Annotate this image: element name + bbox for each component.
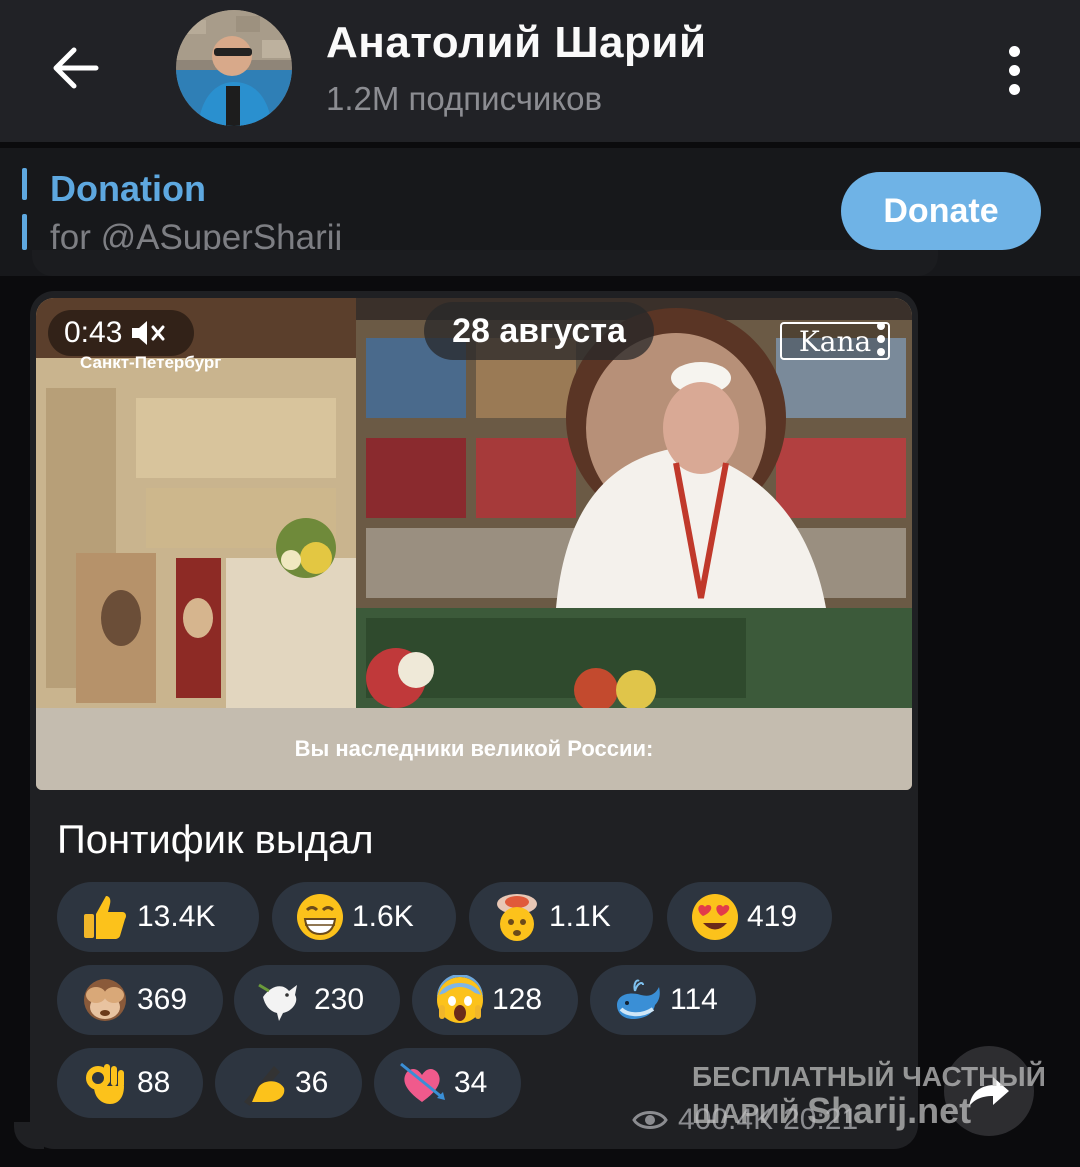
heart-eyes-icon bbox=[689, 891, 741, 943]
previous-message-edge bbox=[32, 250, 938, 276]
reaction-thumbs-up[interactable]: 13.4K bbox=[57, 882, 259, 952]
reaction-exploding-head[interactable]: 1.1K bbox=[469, 882, 653, 952]
reaction-count: 369 bbox=[137, 983, 188, 1016]
channel-title[interactable]: Анатолий Шарий bbox=[326, 18, 707, 68]
reaction-count: 1.6K bbox=[352, 900, 414, 933]
video-subtitle: Вы наследники великой России: bbox=[294, 736, 654, 761]
reaction-writing-hand[interactable]: 36 bbox=[215, 1048, 362, 1118]
reaction-heart-arrow[interactable]: 34 bbox=[374, 1048, 521, 1118]
reaction-count: 114 bbox=[670, 983, 718, 1016]
bubble-tail bbox=[14, 1122, 44, 1149]
exploding-head-icon bbox=[491, 891, 543, 943]
video-menu-button[interactable] bbox=[874, 322, 888, 368]
screaming-face-icon bbox=[434, 974, 486, 1026]
writing-hand-icon bbox=[237, 1057, 289, 1109]
reaction-dove[interactable]: 230 bbox=[234, 965, 400, 1035]
back-arrow-icon bbox=[53, 47, 99, 89]
reaction-count: 34 bbox=[454, 1066, 488, 1099]
watermark-site: Sharij.net bbox=[807, 1090, 972, 1131]
video-duration: 0:43 bbox=[64, 316, 123, 349]
watermark-line2: ШАРИЙ bbox=[692, 1098, 800, 1129]
watermark-line1: БЕСПЛАТНЫЙ ЧАСТНЫЙ bbox=[692, 1061, 1046, 1092]
subscriber-count: 1.2M подписчиков bbox=[326, 80, 603, 117]
reaction-ok-hand[interactable]: 88 bbox=[57, 1048, 203, 1118]
reaction-count: 230 bbox=[314, 983, 365, 1016]
more-vertical-icon bbox=[1008, 45, 1020, 57]
thumbs-up-icon bbox=[79, 891, 131, 943]
reaction-whale[interactable]: 114 bbox=[590, 965, 756, 1035]
reaction-screaming[interactable]: 128 bbox=[412, 965, 578, 1035]
back-button[interactable] bbox=[46, 40, 104, 96]
reaction-see-no-evil[interactable]: 369 bbox=[57, 965, 223, 1035]
message-text: Понтифик выдал bbox=[57, 818, 374, 862]
eye-icon bbox=[632, 1111, 668, 1129]
heart-with-arrow-icon bbox=[396, 1057, 448, 1109]
see-no-evil-monkey-icon bbox=[79, 974, 131, 1026]
video-duration-badge[interactable]: 0:43 bbox=[48, 310, 194, 356]
pinned-indicator-2 bbox=[22, 214, 27, 250]
ok-hand-icon bbox=[79, 1057, 131, 1109]
channel-avatar[interactable] bbox=[176, 10, 292, 126]
top-bar: Анатолий Шарий 1.2M подписчиков bbox=[0, 0, 1080, 142]
watermark: БЕСПЛАТНЫЙ ЧАСТНЫЙ ШАРИЙ Sharij.net bbox=[692, 1060, 1046, 1131]
dove-icon bbox=[256, 974, 308, 1026]
reaction-count: 1.1K bbox=[549, 900, 611, 933]
mute-icon bbox=[132, 321, 165, 345]
reaction-count: 36 bbox=[295, 1066, 329, 1099]
date-badge: 28 августа bbox=[424, 302, 654, 360]
video-city-caption: Санкт-Петербург bbox=[80, 353, 222, 372]
pinned-indicator bbox=[22, 168, 27, 200]
reaction-grin[interactable]: 1.6K bbox=[272, 882, 456, 952]
whale-icon bbox=[612, 974, 664, 1026]
reaction-count: 13.4K bbox=[137, 900, 216, 933]
pinned-title: Donation bbox=[50, 168, 206, 209]
grin-icon bbox=[294, 891, 346, 943]
reaction-count: 128 bbox=[492, 983, 543, 1016]
more-vertical-icon bbox=[877, 322, 885, 330]
reaction-heart-eyes[interactable]: 419 bbox=[667, 882, 832, 952]
more-options-button[interactable] bbox=[990, 38, 1038, 102]
reaction-count: 419 bbox=[747, 900, 798, 933]
donate-button[interactable]: Donate bbox=[841, 172, 1041, 250]
reaction-count: 88 bbox=[137, 1066, 171, 1099]
